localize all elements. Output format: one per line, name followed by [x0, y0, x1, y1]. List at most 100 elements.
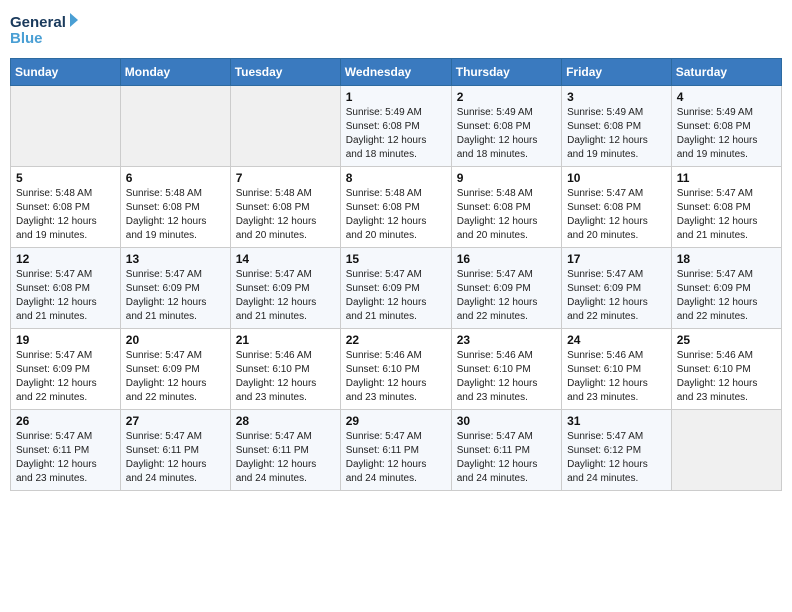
day-info: Sunrise: 5:47 AM Sunset: 6:11 PM Dayligh…: [236, 430, 335, 486]
col-header-saturday: Saturday: [671, 59, 781, 86]
day-info: Sunrise: 5:47 AM Sunset: 6:12 PM Dayligh…: [567, 430, 666, 486]
header-row: SundayMondayTuesdayWednesdayThursdayFrid…: [11, 59, 782, 86]
svg-text:Blue: Blue: [10, 30, 43, 47]
day-info: Sunrise: 5:47 AM Sunset: 6:09 PM Dayligh…: [16, 349, 115, 405]
day-info: Sunrise: 5:46 AM Sunset: 6:10 PM Dayligh…: [567, 349, 666, 405]
col-header-tuesday: Tuesday: [230, 59, 340, 86]
week-row-1: 1 Sunrise: 5:49 AM Sunset: 6:08 PM Daylig…: [11, 86, 782, 167]
day-number: 25: [677, 333, 776, 347]
day-cell: 16 Sunrise: 5:47 AM Sunset: 6:09 PM Dayli…: [451, 248, 561, 329]
day-cell: 25Sunrise: 5:46 AM Sunset: 6:10 PM Dayli…: [671, 329, 781, 410]
day-number: 15: [346, 252, 446, 266]
day-cell: 5Sunrise: 5:48 AM Sunset: 6:08 PM Daylig…: [11, 167, 121, 248]
day-cell: [120, 86, 230, 167]
day-cell: 31 Sunrise: 5:47 AM Sunset: 6:12 PM Dayli…: [562, 410, 672, 491]
day-cell: 26 Sunrise: 5:47 AM Sunset: 6:11 PM Dayli…: [11, 410, 121, 491]
svg-text:General: General: [10, 14, 66, 31]
day-info: Sunrise: 5:47 AM Sunset: 6:09 PM Dayligh…: [126, 349, 225, 405]
day-number: 18: [677, 252, 776, 266]
day-cell: 20 Sunrise: 5:47 AM Sunset: 6:09 PM Dayli…: [120, 329, 230, 410]
day-cell: 19 Sunrise: 5:47 AM Sunset: 6:09 PM Dayli…: [11, 329, 121, 410]
day-info: Sunrise: 5:47 AM Sunset: 6:11 PM Dayligh…: [16, 430, 115, 486]
day-info: Sunrise: 5:47 AM Sunset: 6:11 PM Dayligh…: [126, 430, 225, 486]
day-cell: 3 Sunrise: 5:49 AM Sunset: 6:08 PM Daylig…: [562, 86, 672, 167]
day-cell: 15Sunrise: 5:47 AM Sunset: 6:09 PM Dayli…: [340, 248, 451, 329]
day-info: Sunrise: 5:48 AM Sunset: 6:08 PM Dayligh…: [16, 187, 115, 243]
col-header-thursday: Thursday: [451, 59, 561, 86]
day-number: 6: [126, 171, 225, 185]
day-number: 8: [346, 171, 446, 185]
day-number: 30: [457, 414, 556, 428]
day-info: Sunrise: 5:48 AM Sunset: 6:08 PM Dayligh…: [126, 187, 225, 243]
day-cell: 6 Sunrise: 5:48 AM Sunset: 6:08 PM Daylig…: [120, 167, 230, 248]
day-info: Sunrise: 5:47 AM Sunset: 6:09 PM Dayligh…: [567, 268, 666, 324]
logo-svg: GeneralBlue: [10, 10, 80, 48]
day-cell: 11 Sunrise: 5:47 AM Sunset: 6:08 PM Dayli…: [671, 167, 781, 248]
day-info: Sunrise: 5:47 AM Sunset: 6:09 PM Dayligh…: [236, 268, 335, 324]
week-row-2: 5Sunrise: 5:48 AM Sunset: 6:08 PM Daylig…: [11, 167, 782, 248]
day-number: 7: [236, 171, 335, 185]
day-cell: [671, 410, 781, 491]
day-cell: 4 Sunrise: 5:49 AM Sunset: 6:08 PM Daylig…: [671, 86, 781, 167]
col-header-sunday: Sunday: [11, 59, 121, 86]
day-info: Sunrise: 5:49 AM Sunset: 6:08 PM Dayligh…: [567, 106, 666, 162]
day-number: 13: [126, 252, 225, 266]
day-cell: 21Sunrise: 5:46 AM Sunset: 6:10 PM Dayli…: [230, 329, 340, 410]
day-info: Sunrise: 5:47 AM Sunset: 6:11 PM Dayligh…: [457, 430, 556, 486]
day-info: Sunrise: 5:47 AM Sunset: 6:11 PM Dayligh…: [346, 430, 446, 486]
day-number: 22: [346, 333, 446, 347]
day-cell: 29 Sunrise: 5:47 AM Sunset: 6:11 PM Dayli…: [340, 410, 451, 491]
day-info: Sunrise: 5:46 AM Sunset: 6:10 PM Dayligh…: [236, 349, 335, 405]
day-number: 28: [236, 414, 335, 428]
day-info: Sunrise: 5:47 AM Sunset: 6:08 PM Dayligh…: [677, 187, 776, 243]
day-cell: 1 Sunrise: 5:49 AM Sunset: 6:08 PM Daylig…: [340, 86, 451, 167]
day-cell: [230, 86, 340, 167]
day-cell: 2Sunrise: 5:49 AM Sunset: 6:08 PM Daylig…: [451, 86, 561, 167]
day-number: 4: [677, 90, 776, 104]
day-info: Sunrise: 5:46 AM Sunset: 6:10 PM Dayligh…: [346, 349, 446, 405]
day-cell: 14 Sunrise: 5:47 AM Sunset: 6:09 PM Dayli…: [230, 248, 340, 329]
day-cell: 22 Sunrise: 5:46 AM Sunset: 6:10 PM Dayli…: [340, 329, 451, 410]
day-info: Sunrise: 5:49 AM Sunset: 6:08 PM Dayligh…: [677, 106, 776, 162]
day-info: Sunrise: 5:49 AM Sunset: 6:08 PM Dayligh…: [457, 106, 556, 162]
day-number: 14: [236, 252, 335, 266]
day-info: Sunrise: 5:49 AM Sunset: 6:08 PM Dayligh…: [346, 106, 446, 162]
logo: GeneralBlue: [10, 10, 80, 48]
day-cell: [11, 86, 121, 167]
day-number: 1: [346, 90, 446, 104]
col-header-wednesday: Wednesday: [340, 59, 451, 86]
day-cell: 18 Sunrise: 5:47 AM Sunset: 6:09 PM Dayli…: [671, 248, 781, 329]
day-number: 31: [567, 414, 666, 428]
day-number: 11: [677, 171, 776, 185]
week-row-5: 26 Sunrise: 5:47 AM Sunset: 6:11 PM Dayli…: [11, 410, 782, 491]
day-cell: 24 Sunrise: 5:46 AM Sunset: 6:10 PM Dayli…: [562, 329, 672, 410]
day-cell: 12Sunrise: 5:47 AM Sunset: 6:08 PM Dayli…: [11, 248, 121, 329]
day-number: 26: [16, 414, 115, 428]
day-info: Sunrise: 5:47 AM Sunset: 6:09 PM Dayligh…: [457, 268, 556, 324]
day-number: 17: [567, 252, 666, 266]
day-cell: 17 Sunrise: 5:47 AM Sunset: 6:09 PM Dayli…: [562, 248, 672, 329]
week-row-3: 12Sunrise: 5:47 AM Sunset: 6:08 PM Dayli…: [11, 248, 782, 329]
day-number: 19: [16, 333, 115, 347]
day-info: Sunrise: 5:47 AM Sunset: 6:08 PM Dayligh…: [567, 187, 666, 243]
day-number: 16: [457, 252, 556, 266]
day-info: Sunrise: 5:48 AM Sunset: 6:08 PM Dayligh…: [236, 187, 335, 243]
day-cell: 9Sunrise: 5:48 AM Sunset: 6:08 PM Daylig…: [451, 167, 561, 248]
day-number: 3: [567, 90, 666, 104]
page: GeneralBlue SundayMondayTuesdayWednesday…: [0, 0, 792, 612]
day-number: 23: [457, 333, 556, 347]
day-info: Sunrise: 5:48 AM Sunset: 6:08 PM Dayligh…: [346, 187, 446, 243]
day-number: 29: [346, 414, 446, 428]
day-number: 27: [126, 414, 225, 428]
day-info: Sunrise: 5:47 AM Sunset: 6:09 PM Dayligh…: [677, 268, 776, 324]
day-cell: 10 Sunrise: 5:47 AM Sunset: 6:08 PM Dayli…: [562, 167, 672, 248]
day-cell: 8 Sunrise: 5:48 AM Sunset: 6:08 PM Daylig…: [340, 167, 451, 248]
day-number: 20: [126, 333, 225, 347]
day-info: Sunrise: 5:47 AM Sunset: 6:08 PM Dayligh…: [16, 268, 115, 324]
day-number: 24: [567, 333, 666, 347]
day-number: 10: [567, 171, 666, 185]
calendar-table: SundayMondayTuesdayWednesdayThursdayFrid…: [10, 58, 782, 491]
header: GeneralBlue: [10, 10, 782, 48]
day-number: 9: [457, 171, 556, 185]
week-row-4: 19 Sunrise: 5:47 AM Sunset: 6:09 PM Dayli…: [11, 329, 782, 410]
